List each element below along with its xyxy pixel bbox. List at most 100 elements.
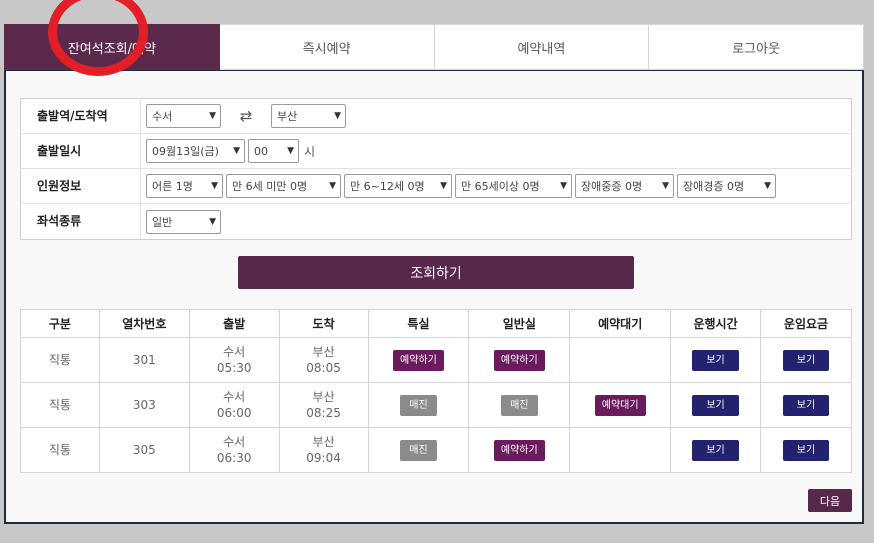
train-type: 직통 <box>20 427 100 473</box>
chevron-down-icon: ▼ <box>440 181 447 191</box>
column-header: 일반실 <box>468 309 571 338</box>
results-table: 구분 열차번호 출발 도착 특실 일반실 예약대기 운행시간 운임요금 직통 3… <box>20 309 852 473</box>
content-frame: 출발역/도착역 수서 ▼ ⇄ 부산 ▼ 출발일시 09월13일(금) ▼ 00 ▼ 시 … <box>4 70 864 524</box>
adult-select[interactable]: 어른 1명 ▼ <box>146 174 223 198</box>
table-row: 직통 301 수서 05:30 부산 08:05 예약하기 예약하기 보기 보기 <box>20 337 852 383</box>
chevron-down-icon: ▼ <box>334 111 341 121</box>
chevron-down-icon: ▼ <box>329 181 336 191</box>
senior-value: 만 65세이상 0명 <box>461 180 540 193</box>
chevron-down-icon: ▼ <box>209 216 216 227</box>
general-reserve-button[interactable]: 예약하기 <box>493 349 545 371</box>
waitlist-button[interactable]: 예약대기 <box>594 394 646 416</box>
arrival-station: 부산 <box>312 390 335 404</box>
fare-view-button[interactable]: 보기 <box>782 439 830 461</box>
table-row: 직통 303 수서 06:00 부산 08:25 매진 매진 예약대기 보기 보기 <box>20 382 852 428</box>
waitlist-cell: 예약대기 <box>569 382 672 428</box>
chevron-down-icon: ▼ <box>287 146 294 156</box>
tab-seat-search[interactable]: 잔여석조회/예약 <box>4 24 220 70</box>
table-row: 직통 305 수서 06:30 부산 09:04 매진 예약하기 보기 보기 <box>20 427 852 473</box>
runtime-view-button[interactable]: 보기 <box>692 349 739 371</box>
tab-instant-booking[interactable]: 즉시예약 <box>219 24 435 70</box>
general-seat-cell: 예약하기 <box>468 427 571 473</box>
special-seat-cell: 예약하기 <box>367 337 470 383</box>
seat-type-value: 일반 <box>152 215 173 229</box>
train-type: 직통 <box>20 382 100 428</box>
mild-disability-value: 장애경증 0명 <box>683 180 745 193</box>
special-reserve-button[interactable]: 예약하기 <box>393 349 444 371</box>
under6-value: 만 6세 미만 0명 <box>232 180 308 193</box>
departure-station-select[interactable]: 수서 ▼ <box>146 104 221 128</box>
severe-disability-value: 장애중증 0명 <box>581 180 643 193</box>
chevron-down-icon: ▼ <box>209 111 216 121</box>
arrival-station-value: 부산 <box>277 110 298 123</box>
date-select[interactable]: 09월13일(금) ▼ <box>146 139 245 163</box>
chevron-down-icon: ▼ <box>233 146 240 156</box>
hour-unit: 시 <box>304 144 316 159</box>
arrival-time: 08:05 <box>306 361 341 375</box>
fare-cell: 보기 <box>760 427 852 473</box>
severe-disability-select[interactable]: 장애중증 0명 ▼ <box>575 174 674 198</box>
arrival-cell: 부산 08:25 <box>278 382 369 428</box>
reservation-page: 잔여석조회/예약 즉시예약 예약내역 로그아웃 출발역/도착역 수서 ▼ ⇄ 부산… <box>4 24 864 524</box>
runtime-cell: 보기 <box>670 337 762 383</box>
station-row: 출발역/도착역 수서 ▼ ⇄ 부산 ▼ <box>21 99 851 134</box>
seat-type-select[interactable]: 일반 ▼ <box>146 209 221 234</box>
station-label: 출발역/도착역 <box>21 99 141 133</box>
tab-booking-history[interactable]: 예약내역 <box>434 24 650 70</box>
hour-select[interactable]: 00 ▼ <box>248 139 299 163</box>
general-reserve-button[interactable]: 예약하기 <box>493 439 545 461</box>
column-header: 구분 <box>20 309 100 338</box>
arrival-station: 부산 <box>312 345 335 359</box>
chevron-down-icon: ▼ <box>211 181 218 191</box>
table-header-row: 구분 열차번호 출발 도착 특실 일반실 예약대기 운행시간 운임요금 <box>20 309 852 338</box>
runtime-view-button[interactable]: 보기 <box>692 439 739 461</box>
departure-cell: 수서 06:00 <box>188 382 280 428</box>
chevron-down-icon: ▼ <box>560 181 567 191</box>
general-seat-cell: 예약하기 <box>468 337 571 383</box>
special-seat-cell: 매진 <box>367 382 470 428</box>
arrival-station-select[interactable]: 부산 ▼ <box>271 104 346 128</box>
next-button[interactable]: 다음 <box>808 489 852 512</box>
runtime-cell: 보기 <box>670 382 762 428</box>
adult-value: 어른 1명 <box>152 180 193 193</box>
waitlist-cell <box>569 337 672 383</box>
departure-station: 수서 <box>223 345 246 359</box>
passenger-label: 인원정보 <box>21 169 141 203</box>
column-header: 열차번호 <box>98 309 190 338</box>
swap-icon[interactable]: ⇄ <box>224 107 268 125</box>
tab-bar: 잔여석조회/예약 즉시예약 예약내역 로그아웃 <box>4 24 864 70</box>
seat-row: 좌석종류 일반 ▼ <box>21 204 851 239</box>
column-header: 특실 <box>367 309 470 338</box>
chevron-down-icon: ▼ <box>764 181 771 191</box>
train-number: 301 <box>98 337 190 383</box>
mild-disability-select[interactable]: 장애경증 0명 ▼ <box>677 174 776 198</box>
child-value: 만 6~12세 0명 <box>350 180 425 193</box>
child-select[interactable]: 만 6~12세 0명 ▼ <box>344 174 452 198</box>
departure-station: 수서 <box>223 390 246 404</box>
departure-station-value: 수서 <box>152 110 173 123</box>
search-form: 출발역/도착역 수서 ▼ ⇄ 부산 ▼ 출발일시 09월13일(금) ▼ 00 ▼ 시 … <box>20 98 852 240</box>
fare-view-button[interactable]: 보기 <box>782 394 830 416</box>
departure-time: 06:30 <box>216 451 252 465</box>
runtime-view-button[interactable]: 보기 <box>692 394 739 416</box>
fare-cell: 보기 <box>760 337 852 383</box>
general-seat-cell: 매진 <box>468 382 571 428</box>
arrival-time: 09:04 <box>306 451 341 465</box>
search-button[interactable]: 조회하기 <box>238 256 634 289</box>
arrival-station: 부산 <box>312 435 335 449</box>
date-value: 09월13일(금) <box>152 145 219 158</box>
under6-select[interactable]: 만 6세 미만 0명 ▼ <box>226 174 341 198</box>
special-seat-cell: 매진 <box>367 427 470 473</box>
date-label: 출발일시 <box>21 134 141 168</box>
departure-station: 수서 <box>223 435 246 449</box>
train-number: 303 <box>98 382 190 428</box>
senior-select[interactable]: 만 65세이상 0명 ▼ <box>455 174 572 198</box>
seat-label: 좌석종류 <box>21 204 141 239</box>
train-type: 직통 <box>20 337 100 383</box>
tab-logout[interactable]: 로그아웃 <box>649 24 864 70</box>
departure-cell: 수서 06:30 <box>188 427 280 473</box>
runtime-cell: 보기 <box>670 427 762 473</box>
arrival-cell: 부산 08:05 <box>278 337 369 383</box>
fare-view-button[interactable]: 보기 <box>782 349 830 371</box>
sold-out-badge: 매진 <box>400 439 437 461</box>
